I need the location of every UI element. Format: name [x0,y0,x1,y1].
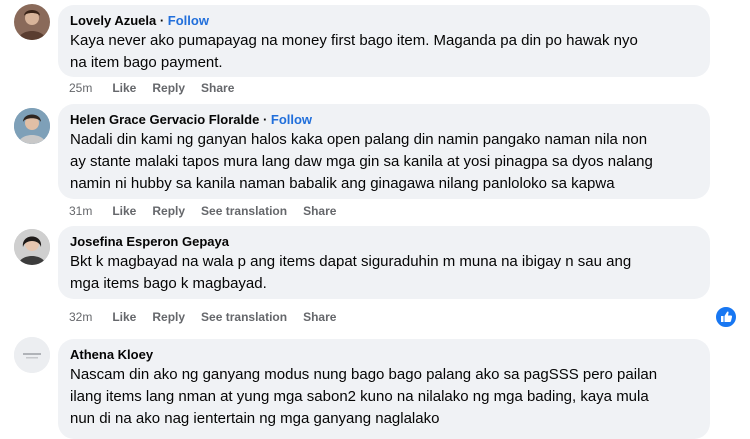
comment-author[interactable]: Helen Grace Gervacio Floralde [70,112,259,127]
comment-bubble: Lovely Azuela · Follow Kaya never ako pu… [58,5,710,77]
comment-line: Kaya never ako pumapayag na money first … [70,32,638,49]
timestamp[interactable]: 25m [69,81,92,95]
reply-button[interactable]: Reply [152,310,185,324]
avatar[interactable] [14,108,50,144]
comment-text: Kaya never ako pumapayag na money first … [70,30,698,74]
separator-dot: · [262,112,271,127]
comment-line: mga items bago k magbayad. [70,275,267,292]
comment-line: ay stante malaki tapos mura lang daw mga… [70,153,653,170]
comment-bubble: Helen Grace Gervacio Floralde · Follow N… [58,104,710,199]
comment-actions: 31m Like Reply See translation Share [69,204,352,218]
follow-link[interactable]: Follow [271,112,312,127]
comment-line: ilang items lang nman at yung mga sabon2… [70,388,649,405]
share-button[interactable]: Share [303,204,336,218]
comment-line: Nascam din ako ng ganyang modus nung bag… [70,366,658,383]
avatar[interactable] [14,229,50,265]
comment-actions: 25m Like Reply Share [69,81,250,95]
comment-line: Nadali din kami ng ganyan halos kaka ope… [70,131,648,148]
share-button[interactable]: Share [201,81,234,95]
comment-author[interactable]: Athena Kloey [70,347,153,362]
comment-bubble: Athena Kloey Nascam din ako ng ganyang m… [58,339,710,439]
like-icon[interactable] [714,305,738,329]
like-button[interactable]: Like [112,310,136,324]
follow-link[interactable]: Follow [168,13,209,28]
comment-line: na item bago payment. [70,54,223,71]
timestamp[interactable]: 31m [69,204,92,218]
comment-bubble: Josefina Esperon Gepaya Bkt k magbayad n… [58,226,710,299]
reply-button[interactable]: Reply [152,81,185,95]
comment-line: Bkt k magbayad na wala p ang items dapat… [70,253,632,270]
comment-text: Bkt k magbayad na wala p ang items dapat… [70,251,698,295]
share-button[interactable]: Share [303,310,336,324]
comment-author[interactable]: Lovely Azuela [70,13,156,28]
see-translation-button[interactable]: See translation [201,310,287,324]
like-button[interactable]: Like [112,204,136,218]
avatar[interactable] [14,337,50,373]
avatar[interactable] [14,4,50,40]
comment-text: Nadali din kami ng ganyan halos kaka ope… [70,129,698,195]
comment-author[interactable]: Josefina Esperon Gepaya [70,234,229,249]
comment-actions: 32m Like Reply See translation Share [69,310,352,324]
comment-line: namin ni hubby sa kanila naman babalik a… [70,175,615,192]
reply-button[interactable]: Reply [152,204,185,218]
comment-text: Nascam din ako ng ganyang modus nung bag… [70,364,698,430]
like-button[interactable]: Like [112,81,136,95]
timestamp[interactable]: 32m [69,310,92,324]
separator-dot: · [159,13,168,28]
see-translation-button[interactable]: See translation [201,204,287,218]
comment-line: nun di na ako nag ientertain ng mga gany… [70,410,440,427]
